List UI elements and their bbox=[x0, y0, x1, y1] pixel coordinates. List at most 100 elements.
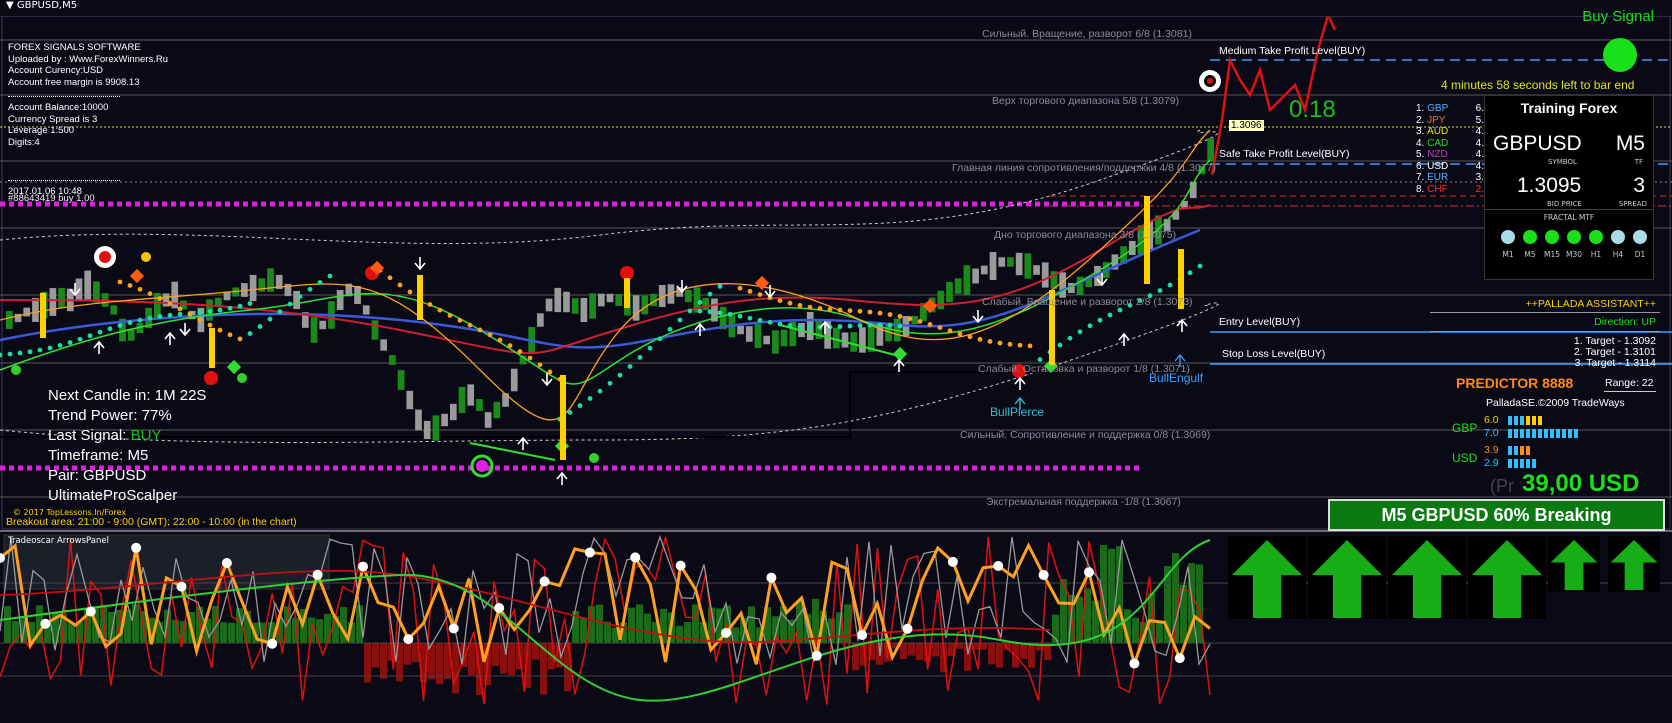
trend-dot bbox=[207, 309, 213, 314]
trend-dot bbox=[127, 320, 133, 326]
trend-dot bbox=[387, 275, 393, 281]
trend-dot bbox=[1097, 317, 1103, 323]
trend-dot bbox=[797, 302, 803, 308]
trend-dot bbox=[497, 337, 503, 343]
histogram-bar bbox=[372, 643, 379, 668]
histogram-bar bbox=[684, 622, 691, 643]
candle bbox=[389, 355, 396, 365]
trend-dot bbox=[217, 327, 223, 333]
order-line[interactable]: #88643419 buy 1.00 bbox=[8, 193, 95, 205]
candle bbox=[58, 287, 65, 309]
trend-dot bbox=[887, 312, 893, 317]
trend-dot bbox=[757, 317, 763, 323]
scalper-stats: Next Candle in: 1M 22S Trend Power: 77% … bbox=[48, 386, 206, 506]
trend-dot bbox=[487, 332, 493, 338]
timeframe: Timeframe: M5 bbox=[48, 447, 149, 464]
trend-dot bbox=[757, 292, 763, 297]
level-3-8: Дно торгового диапазона 3/8 (1.3075) bbox=[994, 229, 1177, 241]
trend-dot bbox=[167, 301, 173, 306]
trend-dot bbox=[717, 283, 723, 289]
trend-dot bbox=[857, 323, 863, 328]
predictor-credit: PalladaSE.©2009 TradeWays bbox=[1486, 397, 1625, 409]
menu-triangle-icon[interactable]: ▼ bbox=[6, 0, 14, 11]
histogram-bar bbox=[1156, 621, 1163, 643]
trend-dot bbox=[807, 324, 813, 330]
histogram-bar bbox=[452, 643, 459, 694]
trend-power: Trend Power: 77% bbox=[48, 407, 172, 424]
pips-value: 0.18 bbox=[1289, 96, 1336, 123]
trend-dot bbox=[947, 328, 953, 334]
safe-tp-label: Safe Take Profit Level(BUY) bbox=[1219, 148, 1350, 160]
trend-dot bbox=[897, 313, 903, 319]
oscillator-dot bbox=[221, 557, 232, 568]
trend-dot bbox=[57, 343, 63, 348]
candle bbox=[6, 311, 13, 329]
trend-dot bbox=[237, 303, 243, 309]
trend-dot bbox=[127, 283, 133, 288]
histogram-bar bbox=[956, 643, 963, 649]
fractal-h1: H1 bbox=[1585, 229, 1607, 259]
candle bbox=[615, 294, 623, 306]
trend-dot bbox=[307, 286, 313, 292]
account-info-mid: Account Balance:10000 Currency Spread is… bbox=[8, 102, 109, 148]
trend-dot bbox=[737, 285, 743, 291]
trend-dot bbox=[397, 282, 403, 288]
histogram-bar bbox=[988, 643, 995, 665]
chart-titlebar[interactable]: ▼ GBPUSD,M5 bbox=[0, 0, 1672, 17]
histogram-bar bbox=[532, 643, 539, 660]
trend-dot bbox=[117, 279, 123, 285]
oscillator-dot bbox=[584, 547, 595, 558]
pair: Pair: GBPUSD bbox=[48, 467, 147, 484]
trend-dot bbox=[857, 308, 863, 314]
trend-dot bbox=[277, 309, 283, 315]
candle bbox=[467, 384, 475, 406]
oscillator-dot bbox=[857, 630, 868, 641]
breakout-area: Breakout area: 21:00 - 9:00 (GMT); 22:00… bbox=[6, 516, 297, 528]
oscillator-dot bbox=[131, 542, 142, 553]
histogram-bar bbox=[1132, 617, 1139, 643]
candle bbox=[510, 368, 518, 392]
level-0-8: Сильный. Сопротивление и поддержка 0/8 (… bbox=[960, 429, 1211, 441]
trend-dot bbox=[97, 329, 103, 335]
trend-dot bbox=[707, 309, 713, 315]
candle bbox=[249, 274, 257, 302]
trend-dot bbox=[117, 323, 123, 328]
candle bbox=[319, 320, 327, 330]
trend-dot bbox=[67, 340, 73, 345]
candle bbox=[502, 393, 509, 407]
candle bbox=[702, 297, 710, 311]
assistant-direction: Direction: UP bbox=[1594, 316, 1656, 328]
oscillator-dot bbox=[675, 560, 686, 571]
level-5-8: Верх торгового диапазона 5/8 (1.3079) bbox=[992, 95, 1180, 107]
trend-dot bbox=[137, 286, 143, 292]
entry-label: Entry Level(BUY) bbox=[1219, 316, 1301, 328]
trend-dot bbox=[697, 308, 703, 314]
trend-dot bbox=[177, 311, 183, 317]
candle bbox=[1007, 257, 1014, 267]
trend-dot bbox=[247, 301, 253, 306]
histogram-bar bbox=[436, 643, 443, 685]
trend-dot bbox=[967, 334, 973, 340]
last-signal: Last Signal: BUY bbox=[48, 427, 162, 444]
assistant-title: ++PALLADA ASSISTANT++ bbox=[1525, 298, 1656, 310]
histogram-bar bbox=[916, 643, 923, 660]
trend-dot bbox=[847, 323, 853, 329]
trend-dot bbox=[1087, 323, 1093, 329]
trend-dot bbox=[977, 336, 983, 342]
candle bbox=[763, 335, 771, 345]
candle bbox=[684, 289, 692, 303]
histogram-bar bbox=[636, 604, 643, 643]
oscillator-dot bbox=[448, 623, 459, 634]
trend-dot bbox=[747, 315, 753, 321]
candle bbox=[832, 327, 840, 349]
buy-signal-label: Buy Signal bbox=[1582, 8, 1654, 25]
level-minus-1-8: Экстремальная поддержка -1/8 (1.3067) bbox=[986, 496, 1181, 508]
histogram-bar bbox=[1028, 643, 1035, 668]
histogram-bar bbox=[364, 643, 371, 683]
trend-dot bbox=[157, 314, 163, 319]
trend-dot bbox=[717, 310, 723, 316]
candle bbox=[754, 324, 762, 348]
trend-dot bbox=[37, 347, 43, 353]
candle bbox=[449, 403, 457, 421]
bar-timer: 4 minutes 58 seconds left to bar end bbox=[1441, 78, 1635, 92]
